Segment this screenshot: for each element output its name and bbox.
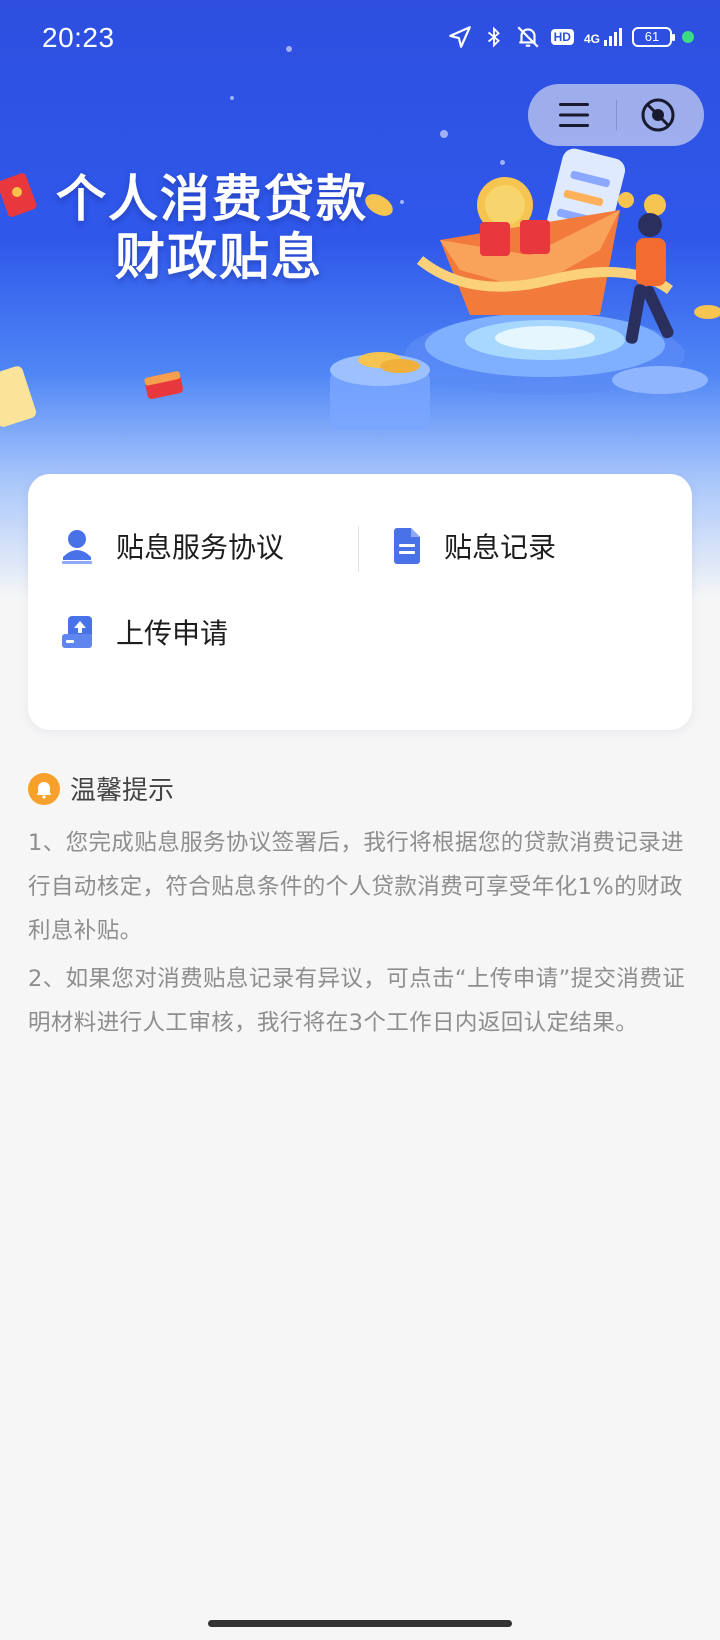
status-bar: 20:23 HD 4G 61 <box>0 0 720 80</box>
mute-bell-icon <box>517 26 539 48</box>
gift-illustration <box>330 148 708 430</box>
tip-item-2: 2、如果您对消费贴息记录有异议，可点击“上传申请”提交消费证明材料进行人工审核，… <box>28 966 686 1036</box>
status-time: 20:23 <box>42 22 115 53</box>
location-icon <box>448 26 471 48</box>
upload-application-entry[interactable]: 上传申请 <box>60 612 228 652</box>
status-icons: HD 4G 61 <box>447 24 694 50</box>
banner-title: 个人消费贷款 财政贴息 <box>56 170 368 286</box>
battery-icon: 61 <box>632 27 675 47</box>
card-divider <box>358 526 359 572</box>
home-indicator[interactable] <box>208 1620 512 1627</box>
action-card: 贴息服务协议 贴息记录 上传申请 <box>28 474 692 730</box>
red-envelope-icon <box>144 371 183 399</box>
privacy-indicator-dot <box>682 31 694 43</box>
user-icon <box>62 530 92 564</box>
red-envelope-icon <box>0 173 37 217</box>
document-icon <box>394 528 420 564</box>
menu-icon[interactable] <box>556 100 592 130</box>
tips-title: 温馨提示 <box>70 776 175 806</box>
upload-icon <box>62 616 92 648</box>
service-agreement-label: 贴息服务协议 <box>116 531 285 564</box>
hd-icon: HD <box>550 29 574 45</box>
tips-section: 温馨提示 1、您完成贴息服务协议签署后，我行将根据您的贷款消费记录进行自动核定，… <box>28 770 692 1045</box>
tips-header: 温馨提示 <box>28 770 692 807</box>
ticket-icon <box>0 366 37 427</box>
close-circle-icon[interactable] <box>640 97 676 133</box>
bluetooth-icon <box>487 26 500 48</box>
service-agreement-entry[interactable]: 贴息服务协议 <box>60 526 284 566</box>
banner-title-line2: 财政贴息 <box>115 228 323 286</box>
banner-title-line1: 个人消费贷款 <box>56 170 368 228</box>
tip-item-1: 1、您完成贴息服务协议签署后，我行将根据您的贷款消费记录进行自动核定，符合贴息条… <box>28 830 684 944</box>
upload-application-label: 上传申请 <box>116 617 229 650</box>
mini-program-capsule <box>528 84 704 146</box>
bell-icon <box>28 772 60 805</box>
subsidy-record-entry[interactable]: 贴息记录 <box>392 526 556 566</box>
network-type: 4G <box>583 32 600 46</box>
subsidy-record-label: 贴息记录 <box>444 531 557 564</box>
signal-icon: 4G <box>584 28 622 46</box>
capsule-divider <box>616 100 617 130</box>
